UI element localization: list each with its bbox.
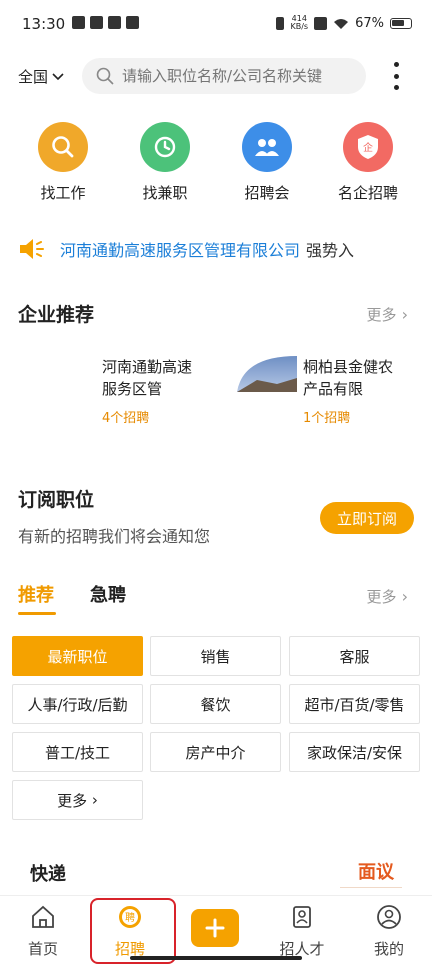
- company-openings: 1个招聘: [303, 411, 351, 426]
- listing-title[interactable]: 快递: [30, 860, 66, 886]
- more-options-icon[interactable]: [392, 62, 400, 90]
- category-worker[interactable]: 普工/技工: [12, 732, 143, 772]
- subscribe-desc: 有新的招聘我们将会通知您: [18, 527, 211, 546]
- tab-label: 首页: [27, 940, 58, 958]
- tab-profile[interactable]: 我的: [359, 904, 419, 959]
- quicknav-part-time[interactable]: 找兼职: [125, 122, 205, 203]
- company-logo: [237, 356, 297, 392]
- status-time: 13:30: [22, 15, 66, 33]
- tab-talent[interactable]: 招人才: [272, 904, 332, 959]
- announcement-bar[interactable]: 河南通勤高速服务区管理有限公司 强势入: [18, 234, 428, 264]
- no-sim-icon: [314, 16, 328, 30]
- featured-title: 企业推荐: [18, 304, 95, 326]
- plus-icon: [205, 918, 225, 938]
- quicknav-label: 名企招聘: [337, 184, 398, 202]
- quicknav-label: 找工作: [40, 184, 86, 202]
- job-tabs: 推荐 急聘: [18, 581, 318, 621]
- tab-recommended[interactable]: 推荐: [18, 581, 54, 607]
- mail-icon: [126, 16, 139, 29]
- subscribe-button[interactable]: 立即订阅: [320, 502, 414, 534]
- category-catering[interactable]: 餐饮: [150, 684, 281, 724]
- category-latest[interactable]: 最新职位: [12, 636, 143, 676]
- battery-percent: 67%: [355, 15, 384, 31]
- status-right: 414 KB/s 67%: [276, 15, 412, 31]
- speaker-icon: [20, 239, 44, 259]
- home-indicator[interactable]: [130, 956, 302, 960]
- quicknav-job-fair[interactable]: 招聘会: [227, 122, 307, 203]
- jobs-more-link[interactable]: 更多: [367, 586, 409, 607]
- quick-nav: 找工作 找兼职 招聘会 企 名企招聘: [0, 122, 432, 202]
- quicknav-label: 招聘会: [244, 184, 290, 202]
- category-more[interactable]: 更多 ›: [12, 780, 143, 820]
- tab-label: 我的: [373, 940, 404, 958]
- clock-icon: [140, 122, 190, 172]
- category-housekeeping[interactable]: 家政保洁/安保: [289, 732, 420, 772]
- company-name: 桐柏县金健农产品有限: [303, 358, 394, 398]
- search-icon: [38, 122, 88, 172]
- status-bar: 13:30 414 KB/s 67%: [0, 0, 432, 50]
- tab-urgent[interactable]: 急聘: [90, 581, 126, 607]
- user-icon: [377, 905, 401, 929]
- listing-salary: 面议: [358, 862, 394, 883]
- announcement-company[interactable]: 河南通勤高速服务区管理有限公司: [60, 237, 300, 261]
- shield-badge: 企: [363, 141, 373, 154]
- divider: [340, 887, 402, 888]
- search-icon: [96, 67, 114, 85]
- company-name: 河南通勤高速服务区管: [102, 358, 193, 398]
- category-real-estate[interactable]: 房产中介: [150, 732, 281, 772]
- quicknav-label: 找兼职: [142, 184, 188, 202]
- people-icon: [242, 122, 292, 172]
- highlight-annotation: [90, 898, 176, 964]
- vibrate-icon: [276, 16, 285, 30]
- quicknav-top-companies[interactable]: 企 名企招聘: [328, 122, 408, 203]
- region-selector[interactable]: 全国: [18, 66, 64, 87]
- search-bar[interactable]: [82, 58, 366, 94]
- tab-home[interactable]: 首页: [13, 904, 73, 959]
- tab-active-indicator: [18, 612, 56, 615]
- search-input[interactable]: [122, 67, 352, 85]
- notification-icons: [72, 16, 139, 29]
- category-hr-admin[interactable]: 人事/行政/后勤: [12, 684, 143, 724]
- category-customer-service[interactable]: 客服: [289, 636, 420, 676]
- announcement-suffix: 强势入: [306, 241, 355, 260]
- crown-icon: [72, 16, 85, 29]
- resume-icon: [293, 906, 311, 928]
- shield-icon: 企: [343, 122, 393, 172]
- quicknav-find-job[interactable]: 找工作: [23, 122, 103, 203]
- wifi-icon: [334, 18, 349, 29]
- bottom-tab-bar: 首页 聘 招聘 招人才 我的: [0, 895, 432, 964]
- category-retail[interactable]: 超市/百货/零售: [289, 684, 420, 724]
- search-header: 全国: [0, 56, 432, 96]
- play-icon: [108, 16, 121, 29]
- add-button[interactable]: [191, 909, 239, 947]
- subscribe-title: 订阅职位: [18, 489, 95, 511]
- region-label: 全国: [18, 68, 49, 86]
- net-speed: 414 KB/s: [290, 14, 309, 31]
- category-sales[interactable]: 销售: [150, 636, 281, 676]
- home-icon: [32, 905, 54, 928]
- chevron-down-icon: [52, 72, 64, 80]
- app-icon: [90, 16, 103, 29]
- company-card[interactable]: 桐柏县金健农产品有限 1个招聘: [237, 356, 407, 426]
- battery-icon: [390, 17, 412, 29]
- company-card[interactable]: 河南通勤高速服务区管 4个招聘: [36, 356, 206, 426]
- company-openings: 4个招聘: [102, 411, 150, 426]
- featured-more-link[interactable]: 更多: [367, 304, 409, 325]
